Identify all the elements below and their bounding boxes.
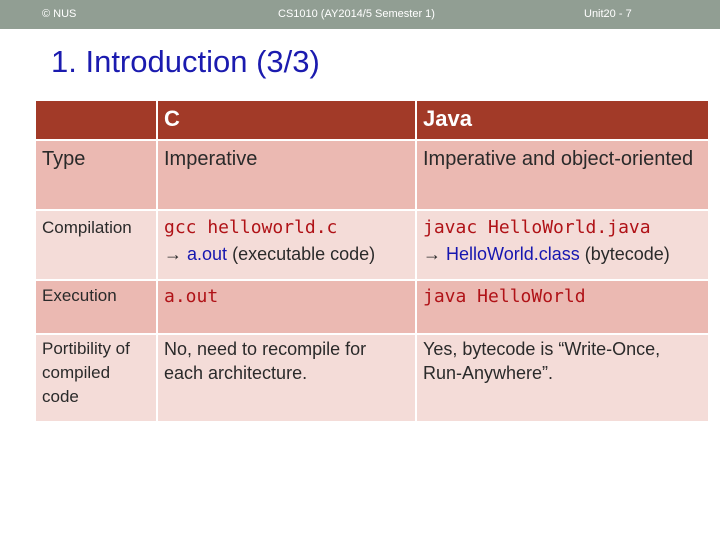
cell-java-portability: Yes, bytecode is “Write-Once, Run-Anywhe… (417, 335, 708, 421)
cell-java-type: Imperative and object-oriented (417, 141, 708, 209)
page-number: Unit20 - 7 (584, 8, 632, 20)
header-cell-empty (36, 101, 156, 139)
course-label: CS1010 (AY2014/5 Semester 1) (278, 8, 435, 20)
table-header-row: C Java (36, 101, 708, 139)
table-row-portability: Portibility of compiled code No, need to… (36, 335, 708, 421)
slide-title: 1. Introduction (3/3) (51, 44, 320, 79)
table-row-execution: Execution a.out java HelloWorld (36, 281, 708, 333)
java-compile-command: javac HelloWorld.java (423, 217, 651, 238)
row-label-compilation: Compilation (36, 211, 156, 279)
cell-c-type: Imperative (158, 141, 415, 209)
table-row-type: Type Imperative Imperative and object-or… (36, 141, 708, 209)
java-compile-output: → HelloWorld.class (bytecode) (423, 241, 702, 267)
slide-header-bar: © NUS CS1010 (AY2014/5 Semester 1) Unit2… (0, 0, 720, 29)
header-cell-java: Java (417, 101, 708, 139)
arrow-icon: → (164, 244, 182, 264)
cell-c-portability: No, need to recompile for each architect… (158, 335, 415, 421)
c-execute-command: a.out (164, 286, 219, 307)
table-row-compilation: Compilation gcc helloworld.c → a.out (ex… (36, 211, 708, 279)
cell-java-execution: java HelloWorld (417, 281, 708, 333)
row-label-type: Type (36, 141, 156, 209)
c-compile-command: gcc helloworld.c (164, 217, 338, 238)
c-output-note: (executable code) (232, 244, 376, 264)
comparison-table: C Java Type Imperative Imperative and ob… (34, 99, 710, 423)
cell-c-execution: a.out (158, 281, 415, 333)
header-cell-c: C (158, 101, 415, 139)
cell-java-compilation: javac HelloWorld.java → HelloWorld.class… (417, 211, 708, 279)
arrow-icon: → (423, 244, 441, 264)
row-label-execution: Execution (36, 281, 156, 333)
java-output-file: HelloWorld.class (446, 244, 580, 264)
java-execute-command: java HelloWorld (423, 286, 586, 307)
c-compile-output: → a.out (executable code) (164, 241, 409, 267)
cell-c-compilation: gcc helloworld.c → a.out (executable cod… (158, 211, 415, 279)
copyright-label: © NUS (42, 8, 77, 20)
java-output-note: (bytecode) (584, 244, 670, 264)
row-label-portability: Portibility of compiled code (36, 335, 156, 421)
c-output-file: a.out (187, 244, 228, 264)
